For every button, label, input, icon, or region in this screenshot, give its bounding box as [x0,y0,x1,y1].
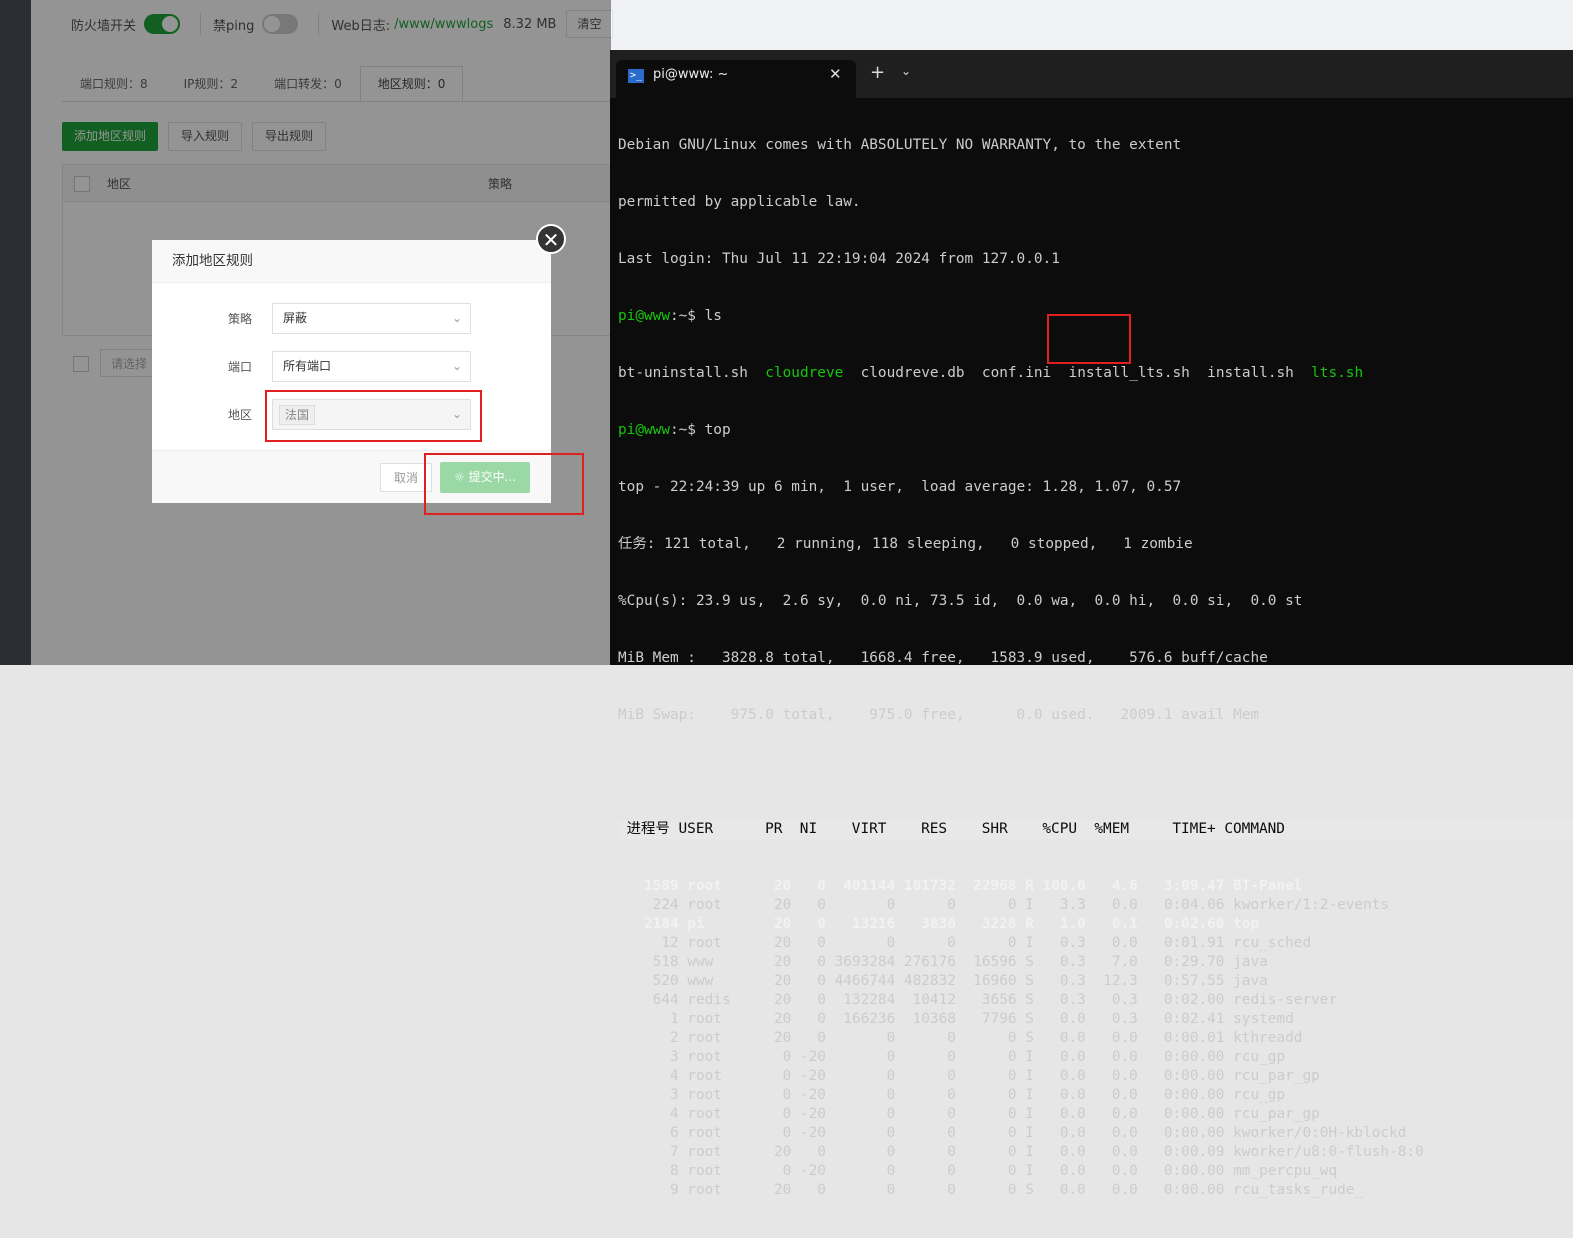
terminal-window: >_ pi@www: ~ ✕ + ⌄ Debian GNU/Linux come… [610,50,1573,1198]
chevron-down-icon: ⌄ [451,359,462,373]
terminal-line: permitted by applicable law. [618,194,861,210]
policy-label: 策略 [227,312,252,326]
process-row: 3 root 0 -20 0 0 0 I 0.0 0.0 0:00.00 rcu… [618,1049,1286,1065]
process-row: 3 root 0 -20 0 0 0 I 0.0 0.0 0:00.00 rcu… [618,1087,1286,1103]
policy-select[interactable]: 屏蔽 ⌄ [272,303,471,334]
port-select[interactable]: 所有端口 ⌄ [272,351,471,382]
process-row: 4 root 0 -20 0 0 0 I 0.0 0.0 0:00.00 rcu… [618,1068,1320,1084]
ls-file: cloudreve.db [860,365,965,381]
left-sidebar [0,0,31,665]
dialog-title: 添加地区规则 [152,240,551,283]
chevron-down-icon[interactable]: ⌄ [901,64,911,78]
new-tab-icon[interactable]: + [870,62,885,83]
top-header: 进程号 USER PR NI VIRT RES SHR %CPU %MEM TI… [618,820,1573,839]
process-row: 4 root 0 -20 0 0 0 I 0.0 0.0 0:00.00 rcu… [618,1106,1320,1122]
process-row: 2 root 20 0 0 0 0 S 0.0 0.0 0:00.01 kthr… [618,1030,1303,1046]
highlight-cpu-column [1047,314,1131,364]
prompt-path: :~$ [669,422,705,438]
top-summary-line: MiB Mem : 3828.8 total, 1668.4 free, 158… [618,650,1268,666]
port-label: 端口 [227,360,252,374]
ls-file: bt-uninstall.sh [618,365,748,381]
prompt-user: pi@www [618,308,670,324]
process-row: 8 root 0 -20 0 0 0 I 0.0 0.0 0:00.00 mm_… [618,1163,1338,1179]
terminal-tab-title: pi@www: ~ [653,67,729,82]
process-row: 12 root 20 0 0 0 0 I 0.3 0.0 0:01.91 rcu… [618,935,1312,951]
terminal-tabbar: >_ pi@www: ~ ✕ + ⌄ [610,50,1573,98]
top-summary-line: MiB Swap: 975.0 total, 975.0 free, 0.0 u… [618,707,1260,723]
highlight-submit [424,453,584,515]
process-row: 9 root 20 0 0 0 0 S 0.0 0.0 0:00.00 rcu_… [618,1182,1364,1198]
process-row: 224 root 20 0 0 0 0 I 3.3 0.0 0:04.06 kw… [618,897,1390,913]
process-row: 2184 pi 20 0 13216 3836 3228 R 1.0 0.1 0… [618,916,1260,932]
ls-file: conf.ini [981,365,1052,381]
prompt-user: pi@www [618,422,670,438]
process-row: 518 www 20 0 3693284 276176 16596 S 0.3 … [618,954,1268,970]
ls-output: bt-uninstall.sh cloudreve cloudreve.db c… [618,364,1573,383]
ls-file: lts.sh [1311,365,1364,381]
terminal-output: Debian GNU/Linux comes with ABSOLUTELY N… [618,98,1573,1238]
terminal-line: Last login: Thu Jul 11 22:19:04 2024 fro… [618,251,1060,267]
port-value: 所有端口 [283,359,332,373]
prompt-path: :~$ [669,308,705,324]
ls-file: cloudreve [765,365,844,381]
highlight-region-select [265,390,482,442]
process-row: 1589 root 20 0 401144 181732 22968 R 100… [618,878,1303,894]
process-list: 1589 root 20 0 401144 181732 22968 R 100… [618,877,1573,1200]
process-row: 7 root 20 0 0 0 0 I 0.0 0.0 0:00.09 kwor… [618,1144,1424,1160]
process-row: 6 root 0 -20 0 0 0 I 0.0 0.0 0:00.00 kwo… [618,1125,1407,1141]
prompt-line: pi@www:~$ top [618,421,1573,440]
process-row: 1 root 20 0 166236 10368 7796 S 0.0 0.3 … [618,1011,1294,1027]
close-icon[interactable]: ✕ [536,224,566,254]
command: top [704,422,731,438]
terminal-line: Debian GNU/Linux comes with ABSOLUTELY N… [618,137,1182,153]
port-row: 端口 所有端口 ⌄ [152,351,551,383]
top-summary-line: 任务: 121 total, 2 running, 118 sleeping, … [618,536,1193,552]
policy-value: 屏蔽 [283,311,308,325]
chevron-down-icon: ⌄ [451,311,462,325]
top-summary-line: top - 22:24:39 up 6 min, 1 user, load av… [618,479,1182,495]
policy-row: 策略 屏蔽 ⌄ [152,303,551,335]
terminal-tab[interactable]: >_ pi@www: ~ ✕ [616,60,856,98]
ls-file: install.sh [1207,365,1294,381]
powershell-icon: >_ [628,69,644,83]
command: ls [704,308,722,324]
process-row: 520 www 20 0 4466744 482832 16960 S 0.3 … [618,973,1268,989]
top-summary-line: %Cpu(s): 23.9 us, 2.6 sy, 0.0 ni, 73.5 i… [618,593,1303,609]
close-tab-icon[interactable]: ✕ [829,65,842,83]
process-row: 644 redis 20 0 132284 10412 3656 S 0.3 0… [618,992,1338,1008]
region-label: 地区 [227,408,252,422]
ls-file: install_lts.sh [1068,365,1190,381]
